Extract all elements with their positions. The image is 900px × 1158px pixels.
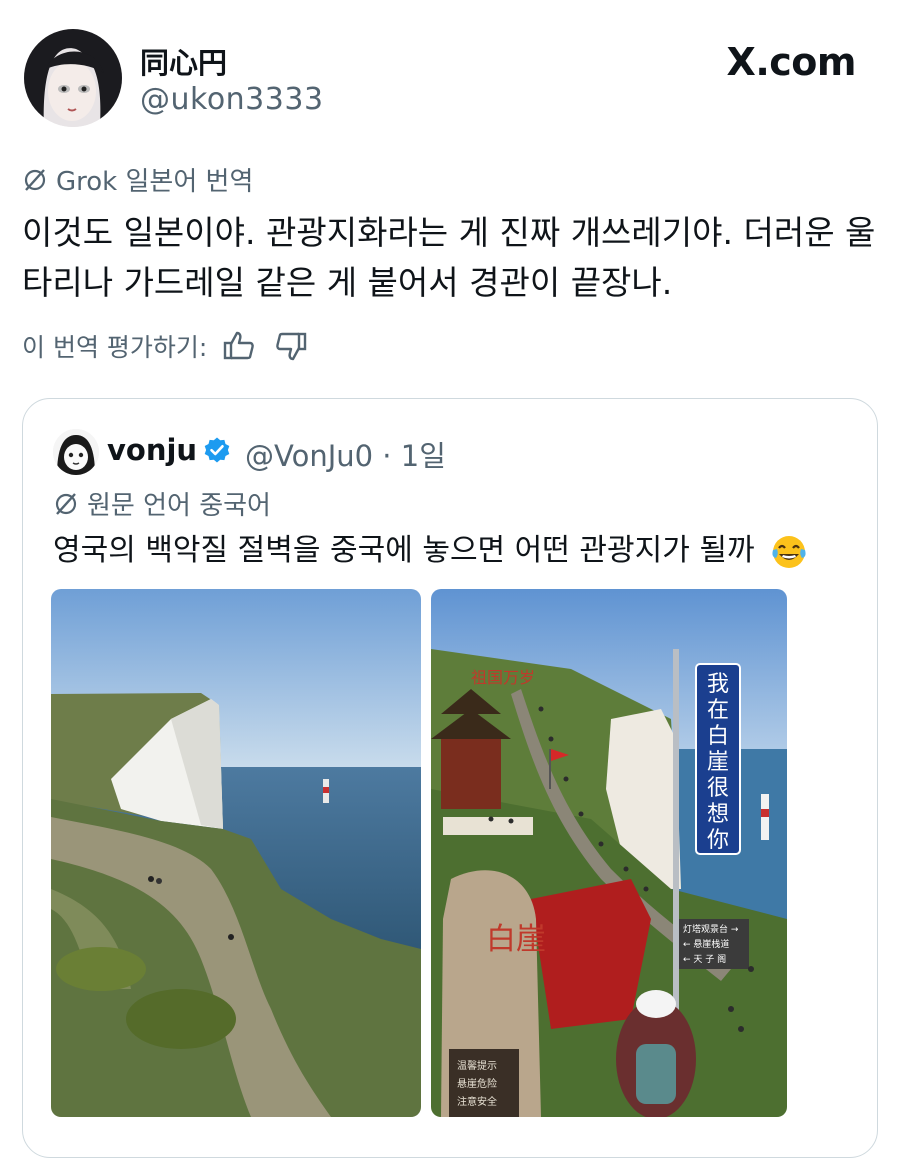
banner-text: 祖国万岁 <box>471 668 535 687</box>
thumbs-down-icon[interactable] <box>271 326 311 366</box>
svg-text:我: 我 <box>707 672 729 697</box>
signpost-line-3: ← 天 子 阁 <box>683 953 726 965</box>
vertical-sign: 我 在 白 崖 很 想 你 <box>707 672 729 853</box>
quoted-tweet-text-body: 영국의 백악질 절벽을 중국에 놓으면 어떤 관광지가 될까 <box>53 533 755 568</box>
quoted-tweet-text: 영국의 백악질 절벽을 중국에 놓으면 어떤 관광지가 될까 <box>53 525 808 571</box>
tweet-text: 이것도 일본이야. 관광지화라는 게 진짜 개쓰레기야. 더러운 울타리나 가드… <box>22 213 876 302</box>
svg-text:你: 你 <box>707 828 729 853</box>
user-handle[interactable]: @ukon3333 <box>140 82 324 117</box>
quoted-avatar[interactable] <box>53 429 99 475</box>
signpost-line-2: ← 悬崖栈道 <box>683 938 729 950</box>
signpost-line-1: 灯塔观景台 → <box>683 923 739 935</box>
svg-text:崖: 崖 <box>707 750 729 775</box>
photo-touristified-white-cliffs[interactable]: 白崖 我 在 白 崖 很 想 你 祖国万岁 灯塔观景台 → ← 悬崖栈道 ← 天… <box>431 589 787 1117</box>
svg-text:白: 白 <box>707 724 729 749</box>
quoted-display-name[interactable]: vonju <box>107 433 197 467</box>
warning-line-3: 注意安全 <box>457 1095 497 1108</box>
brand-logo: X.com <box>726 40 857 84</box>
display-name[interactable]: 同心円 <box>140 40 227 82</box>
quoted-handle-time[interactable]: @VonJu0 · 1일 <box>245 433 446 475</box>
original-language-text: 원문 언어 중국어 <box>87 491 271 521</box>
face-with-tears-of-joy-icon <box>770 533 808 571</box>
photo-natural-white-cliffs[interactable] <box>51 589 421 1117</box>
warning-line-2: 悬崖危险 <box>457 1077 497 1090</box>
translation-label: Grok 일본어 번역 <box>22 161 253 198</box>
translate-icon <box>22 167 48 193</box>
translation-label-text: Grok 일본어 번역 <box>56 167 254 197</box>
translate-icon <box>53 491 79 517</box>
svg-text:想: 想 <box>707 802 729 827</box>
stone-inscription: 白崖 <box>486 922 546 957</box>
svg-text:在: 在 <box>707 698 729 723</box>
svg-text:很: 很 <box>707 776 729 801</box>
quoted-tweet-card[interactable]: vonju @VonJu0 · 1일 원문 언어 중국어 영국의 백악질 절벽을… <box>22 398 878 1158</box>
avatar[interactable] <box>24 29 122 127</box>
original-language-label: 원문 언어 중국어 <box>53 485 271 522</box>
thumbs-up-icon[interactable] <box>219 326 259 366</box>
verified-badge-icon <box>203 436 231 464</box>
rate-label: 이 번역 평가하기: <box>22 333 208 362</box>
rate-translation-row: 이 번역 평가하기: <box>22 326 311 366</box>
warning-line-1: 温馨提示 <box>457 1059 497 1072</box>
